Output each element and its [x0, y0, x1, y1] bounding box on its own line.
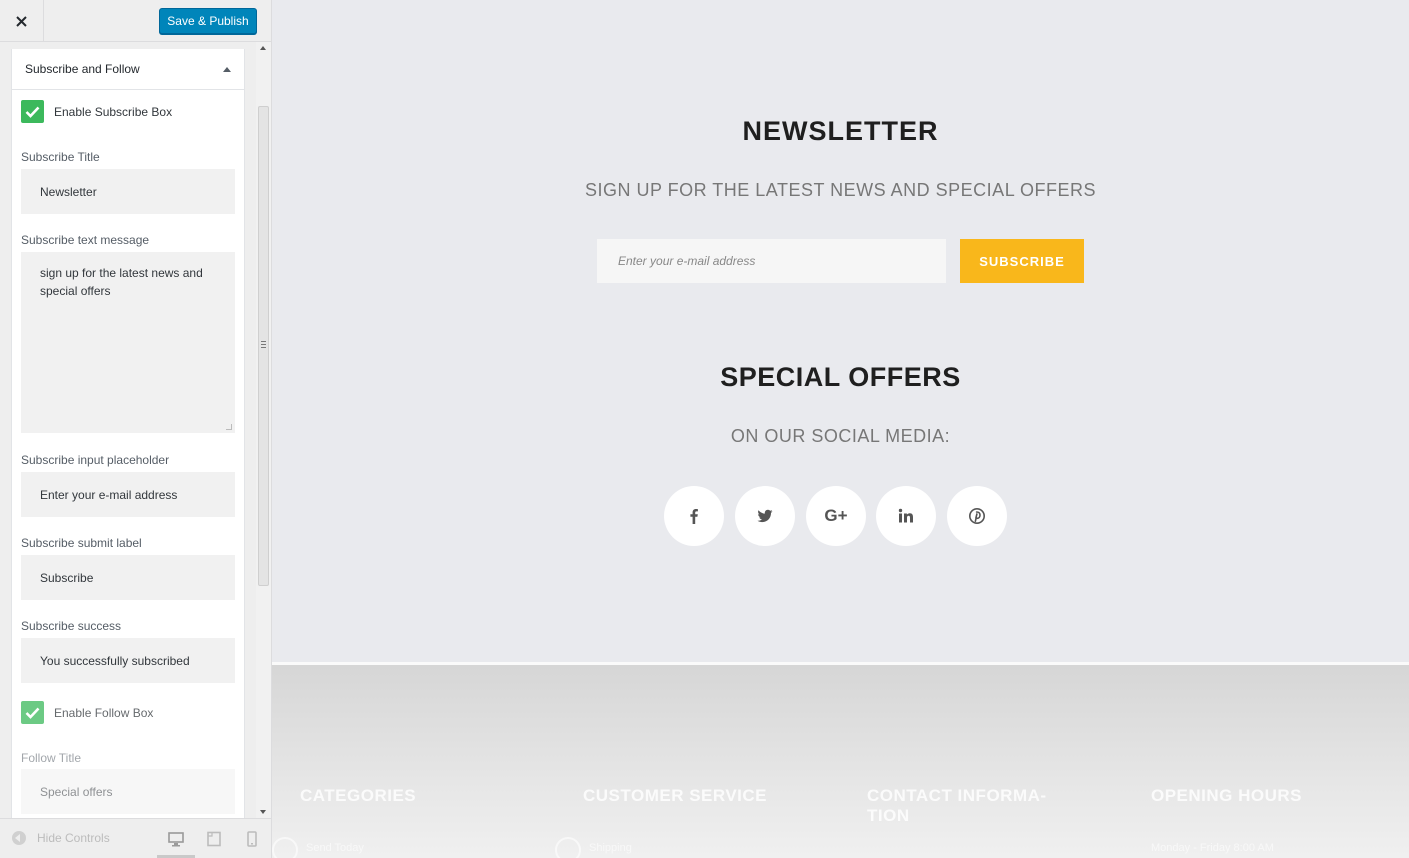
checkmark-icon — [25, 106, 40, 118]
section-header[interactable]: Subscribe and Follow — [12, 49, 244, 90]
section-title: Subscribe and Follow — [25, 62, 140, 76]
save-publish-button[interactable]: Save & Publish — [159, 8, 257, 34]
mobile-icon[interactable] — [244, 831, 260, 847]
scroll-up-arrow-icon[interactable] — [260, 46, 266, 50]
footer-column-contact-information: CONTACT INFORMA-TION — [867, 786, 1047, 825]
follow-title-label: Follow Title — [21, 751, 82, 765]
subscribe-submit-label: Subscribe submit label — [21, 536, 142, 550]
enable-subscribe-checkbox[interactable] — [21, 100, 44, 123]
collapse-caret-icon[interactable] — [223, 66, 231, 72]
pinterest-button[interactable] — [947, 486, 1007, 546]
subscribe-text-value: sign up for the latest news and special … — [40, 266, 203, 298]
footer-link-icon — [555, 837, 581, 858]
newsletter-subtitle: SIGN UP FOR THE LATEST NEWS AND SPECIAL … — [584, 180, 1097, 200]
linkedin-icon — [898, 508, 913, 523]
subscribe-submit-input[interactable]: Subscribe — [21, 555, 235, 600]
subscribe-placeholder-label: Subscribe input placeholder — [21, 453, 170, 467]
tablet-icon[interactable] — [206, 831, 222, 847]
special-offers-title: SPECIAL OFFERS — [720, 362, 961, 392]
special-offers-subtitle: ON OUR SOCIAL MEDIA: — [730, 426, 951, 446]
footer-link[interactable]: Shipping — [589, 842, 632, 854]
subscribe-title-input[interactable]: Newsletter — [21, 169, 235, 214]
subscribe-title-label: Subscribe Title — [21, 150, 100, 164]
newsletter-title: NEWSLETTER — [742, 116, 939, 146]
footer-column-customer-service: CUSTOMER SERVICE — [583, 786, 768, 805]
facebook-icon — [690, 509, 698, 524]
scrollbar-thumb[interactable] — [258, 106, 269, 586]
close-icon — [16, 15, 27, 27]
footer-link-icon — [272, 837, 298, 858]
enable-follow-checkbox[interactable] — [21, 701, 44, 724]
newsletter-section: NEWSLETTER SIGN UP FOR THE LATEST NEWS A… — [272, 0, 1409, 662]
collapse-arrow-icon — [12, 831, 26, 845]
enable-subscribe-label: Enable Subscribe Box — [54, 104, 173, 119]
footer-column-categories: CATEGORIES — [300, 786, 417, 805]
checkmark-icon — [25, 707, 40, 719]
panel-footer: Hide Controls — [0, 818, 271, 858]
subscribe-success-label: Subscribe success — [21, 619, 122, 633]
site-preview: NEWSLETTER SIGN UP FOR THE LATEST NEWS A… — [272, 0, 1409, 858]
twitter-button[interactable] — [735, 486, 795, 546]
resize-handle-icon[interactable] — [226, 424, 232, 430]
subscribe-success-input[interactable]: You successfully subscribed — [21, 638, 235, 683]
subscribe-text-textarea[interactable]: sign up for the latest news and special … — [21, 252, 235, 433]
opening-hours-text: Monday - Friday 8:00 AM — [1151, 842, 1274, 854]
panel-header: Save & Publish — [0, 0, 271, 42]
hide-controls-label: Hide Controls — [37, 831, 110, 845]
email-input[interactable] — [597, 239, 946, 283]
customizer-panel: Save & Publish Subscribe and Follow Enab… — [0, 0, 272, 858]
subscribe-placeholder-input[interactable]: Enter your e-mail address — [21, 472, 235, 517]
footer-link[interactable]: Send Today — [306, 842, 364, 854]
google-plus-button[interactable]: G+ — [806, 486, 866, 546]
desktop-icon[interactable] — [168, 831, 184, 847]
grip-icon — [261, 341, 266, 348]
linkedin-button[interactable] — [876, 486, 936, 546]
facebook-button[interactable] — [664, 486, 724, 546]
site-footer: CATEGORIES CUSTOMER SERVICE CONTACT INFO… — [272, 665, 1409, 858]
scroll-down-arrow-icon[interactable] — [260, 810, 266, 814]
hide-controls-button[interactable]: Hide Controls — [12, 831, 110, 845]
follow-title-input[interactable]: Special offers — [21, 769, 235, 814]
pinterest-icon — [969, 508, 985, 524]
subscribe-follow-section: Subscribe and Follow Enable Subscribe Bo… — [11, 49, 245, 829]
twitter-icon — [757, 509, 773, 523]
enable-subscribe-row[interactable]: Enable Subscribe Box — [21, 100, 172, 123]
footer-column-opening-hours: OPENING HOURS — [1151, 786, 1303, 805]
enable-follow-label: Enable Follow Box — [54, 705, 154, 720]
panel-scrollbar[interactable] — [256, 42, 271, 818]
close-button[interactable] — [0, 0, 44, 42]
subscribe-button[interactable]: SUBSCRIBE — [960, 239, 1084, 283]
subscribe-text-label: Subscribe text message — [21, 233, 150, 247]
google-plus-icon: G+ — [824, 506, 848, 525]
enable-follow-row[interactable]: Enable Follow Box — [21, 701, 153, 724]
